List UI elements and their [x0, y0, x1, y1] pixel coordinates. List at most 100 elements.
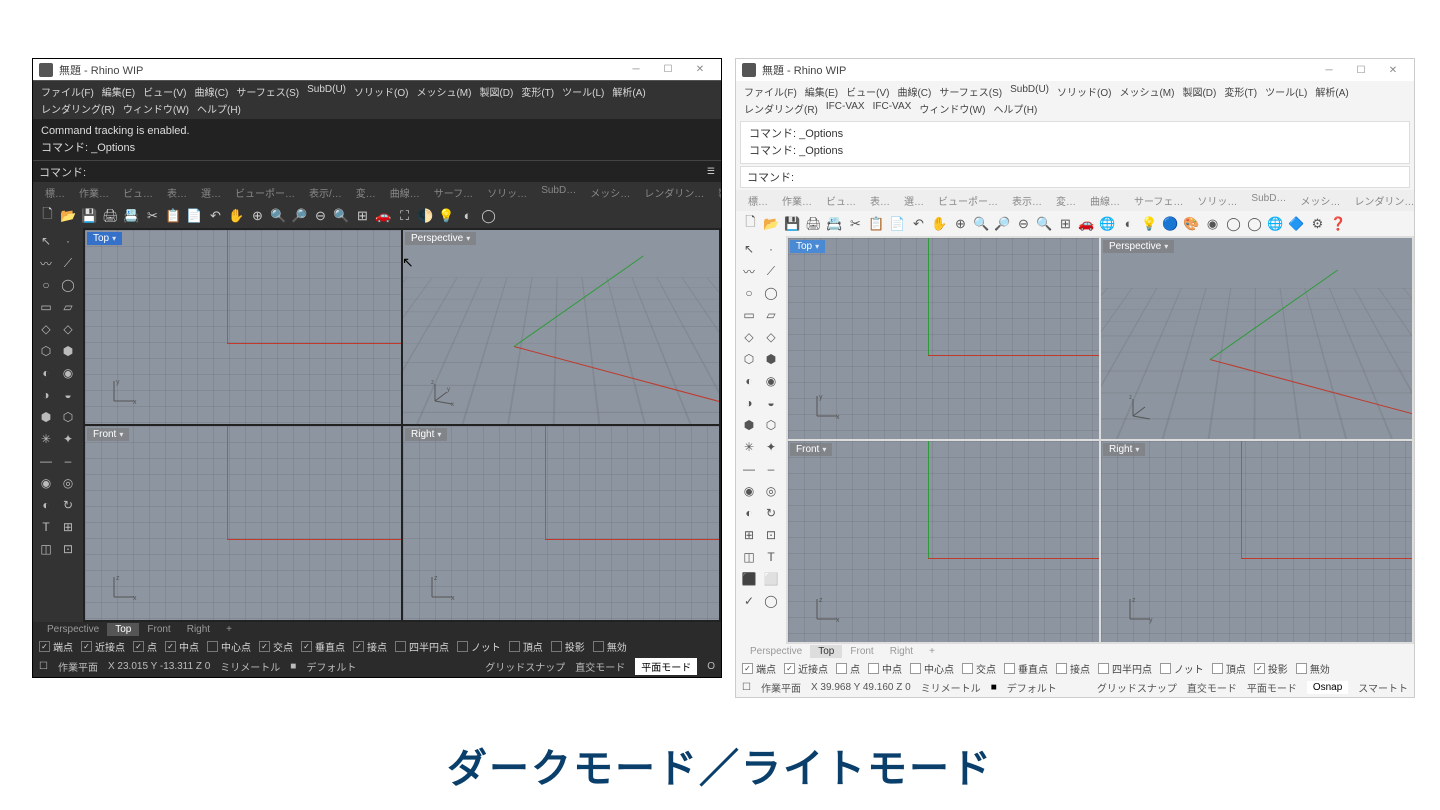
command-input[interactable]: [86, 166, 707, 178]
viewport-tab[interactable]: +: [921, 645, 943, 658]
side-tool-button[interactable]: ◉: [738, 480, 760, 502]
menu-item[interactable]: メッシュ(M): [412, 83, 475, 100]
checkbox-icon[interactable]: [1098, 663, 1109, 674]
command-line[interactable]: コマンド:: [740, 166, 1410, 188]
menu-item[interactable]: 曲線(C): [190, 83, 232, 100]
side-tool-button[interactable]: ✳: [738, 436, 760, 458]
side-tool-button[interactable]: ◉: [760, 370, 782, 392]
osnap-toggle[interactable]: 頂点: [1212, 661, 1246, 676]
osnap-toggle[interactable]: 垂直点: [301, 639, 345, 654]
menu-item[interactable]: 製図(D): [1178, 83, 1220, 100]
checkbox-icon[interactable]: [395, 641, 406, 652]
menu-item[interactable]: ツール(L): [558, 83, 608, 100]
side-tool-button[interactable]: ↻: [57, 494, 79, 516]
checkbox-icon[interactable]: [910, 663, 921, 674]
tool-button[interactable]: ⊖: [1013, 213, 1034, 234]
toolbar-tab[interactable]: SubD…: [1245, 192, 1292, 209]
close-button[interactable]: ✕: [685, 61, 715, 79]
status-cplane[interactable]: 作業平面: [761, 680, 801, 695]
tool-button[interactable]: 📇: [121, 205, 142, 226]
toolbar-tab[interactable]: 表示/…: [303, 184, 348, 201]
osnap-toggle[interactable]: 接点: [353, 639, 387, 654]
osnap-toggle[interactable]: 交点: [962, 661, 996, 676]
osnap-toggle[interactable]: 投影: [551, 639, 585, 654]
status-planar[interactable]: 平面モード: [635, 658, 697, 675]
checkbox-icon[interactable]: [962, 663, 973, 674]
toolbar-tab[interactable]: ソリッ…: [1191, 192, 1243, 209]
side-tool-button[interactable]: ◐: [738, 370, 760, 392]
side-tool-button[interactable]: ·: [760, 238, 782, 260]
side-tool-button[interactable]: ↖: [35, 230, 57, 252]
side-tool-button[interactable]: ◎: [57, 472, 79, 494]
tool-button[interactable]: 🔍: [331, 205, 352, 226]
checkbox-icon[interactable]: [301, 641, 312, 652]
checkbox-icon[interactable]: [551, 641, 562, 652]
side-tool-button[interactable]: ◎: [760, 480, 782, 502]
menu-item[interactable]: ツール(L): [1261, 83, 1311, 100]
side-tool-button[interactable]: 〰: [738, 260, 760, 282]
osnap-toggle[interactable]: 端点: [742, 661, 776, 676]
checkbox-icon[interactable]: [1296, 663, 1307, 674]
side-tool-button[interactable]: ◐: [35, 362, 57, 384]
osnap-toggle[interactable]: 中点: [868, 661, 902, 676]
checkbox-icon[interactable]: [259, 641, 270, 652]
side-tool-button[interactable]: ◐: [738, 502, 760, 524]
minimize-button[interactable]: ─: [621, 61, 651, 79]
tool-button[interactable]: ⊞: [352, 205, 373, 226]
osnap-toggle[interactable]: 四半円点: [1098, 661, 1152, 676]
viewport-tab[interactable]: Front: [139, 623, 178, 636]
side-tool-button[interactable]: ▱: [760, 304, 782, 326]
osnap-toggle[interactable]: 接点: [1056, 661, 1090, 676]
side-tool-button[interactable]: ◒: [760, 392, 782, 414]
viewport-perspective[interactable]: Perspective▾ z: [1101, 238, 1412, 439]
side-tool-button[interactable]: ◫: [35, 538, 57, 560]
side-tool-button[interactable]: ◐: [35, 494, 57, 516]
checkbox-icon[interactable]: [457, 641, 468, 652]
side-tool-button[interactable]: ✦: [57, 428, 79, 450]
menu-item[interactable]: ソリッド(O): [1053, 83, 1115, 100]
menu-item[interactable]: ファイル(F): [37, 83, 98, 100]
side-tool-button[interactable]: ⊞: [57, 516, 79, 538]
osnap-toggle[interactable]: 垂直点: [1004, 661, 1048, 676]
tool-button[interactable]: ⊞: [1055, 213, 1076, 234]
menu-item[interactable]: 曲線(C): [893, 83, 935, 100]
tool-button[interactable]: 🌓: [415, 205, 436, 226]
status-gridsnap[interactable]: グリッドスナップ: [1097, 680, 1177, 695]
tool-button[interactable]: ◯: [478, 205, 499, 226]
viewport-top[interactable]: Top▾ yx: [788, 238, 1099, 439]
status-gridsnap[interactable]: グリッドスナップ: [485, 659, 565, 674]
status-ortho[interactable]: 直交モード: [1187, 680, 1237, 695]
checkbox-icon[interactable]: [593, 641, 604, 652]
side-tool-button[interactable]: ⬢: [760, 348, 782, 370]
status-units[interactable]: ミリメートル: [220, 659, 280, 674]
side-tool-button[interactable]: –: [760, 458, 782, 480]
side-tool-button[interactable]: ○: [35, 274, 57, 296]
menu-item[interactable]: 解析(A): [1311, 83, 1352, 100]
side-tool-button[interactable]: ◯: [760, 282, 782, 304]
side-tool-button[interactable]: ·: [57, 230, 79, 252]
toolbar-tab[interactable]: 変…: [1050, 192, 1082, 209]
osnap-toggle[interactable]: 中心点: [910, 661, 954, 676]
osnap-toggle[interactable]: 頂点: [509, 639, 543, 654]
tool-button[interactable]: 💡: [436, 205, 457, 226]
titlebar[interactable]: 無題 - Rhino WIP ─ ☐ ✕: [33, 59, 721, 81]
tool-button[interactable]: ⚙: [1307, 213, 1328, 234]
side-tool-button[interactable]: ↖: [738, 238, 760, 260]
menu-item[interactable]: ヘルプ(H): [193, 100, 245, 117]
status-cplane[interactable]: 作業平面: [58, 659, 98, 674]
menu-item[interactable]: ヘルプ(H): [989, 100, 1041, 117]
viewport-front[interactable]: Front▾ zx: [788, 441, 1099, 642]
viewport-tab[interactable]: Right: [882, 645, 921, 658]
menu-item[interactable]: SubD(U): [303, 83, 350, 100]
side-tool-button[interactable]: ⬡: [57, 406, 79, 428]
tool-button[interactable]: 🔍: [971, 213, 992, 234]
viewport-tab[interactable]: Perspective: [39, 623, 107, 636]
menu-item[interactable]: SubD(U): [1006, 83, 1053, 100]
tool-button[interactable]: 📋: [163, 205, 184, 226]
toolbar-tab[interactable]: 変…: [350, 184, 382, 201]
menu-item[interactable]: ビュー(V): [842, 83, 893, 100]
toolbar-tab[interactable]: ビューポー…: [229, 184, 301, 201]
side-tool-button[interactable]: ⬛: [738, 568, 760, 590]
tool-button[interactable]: 🖨: [100, 205, 121, 226]
menu-item[interactable]: ソリッド(O): [350, 83, 412, 100]
